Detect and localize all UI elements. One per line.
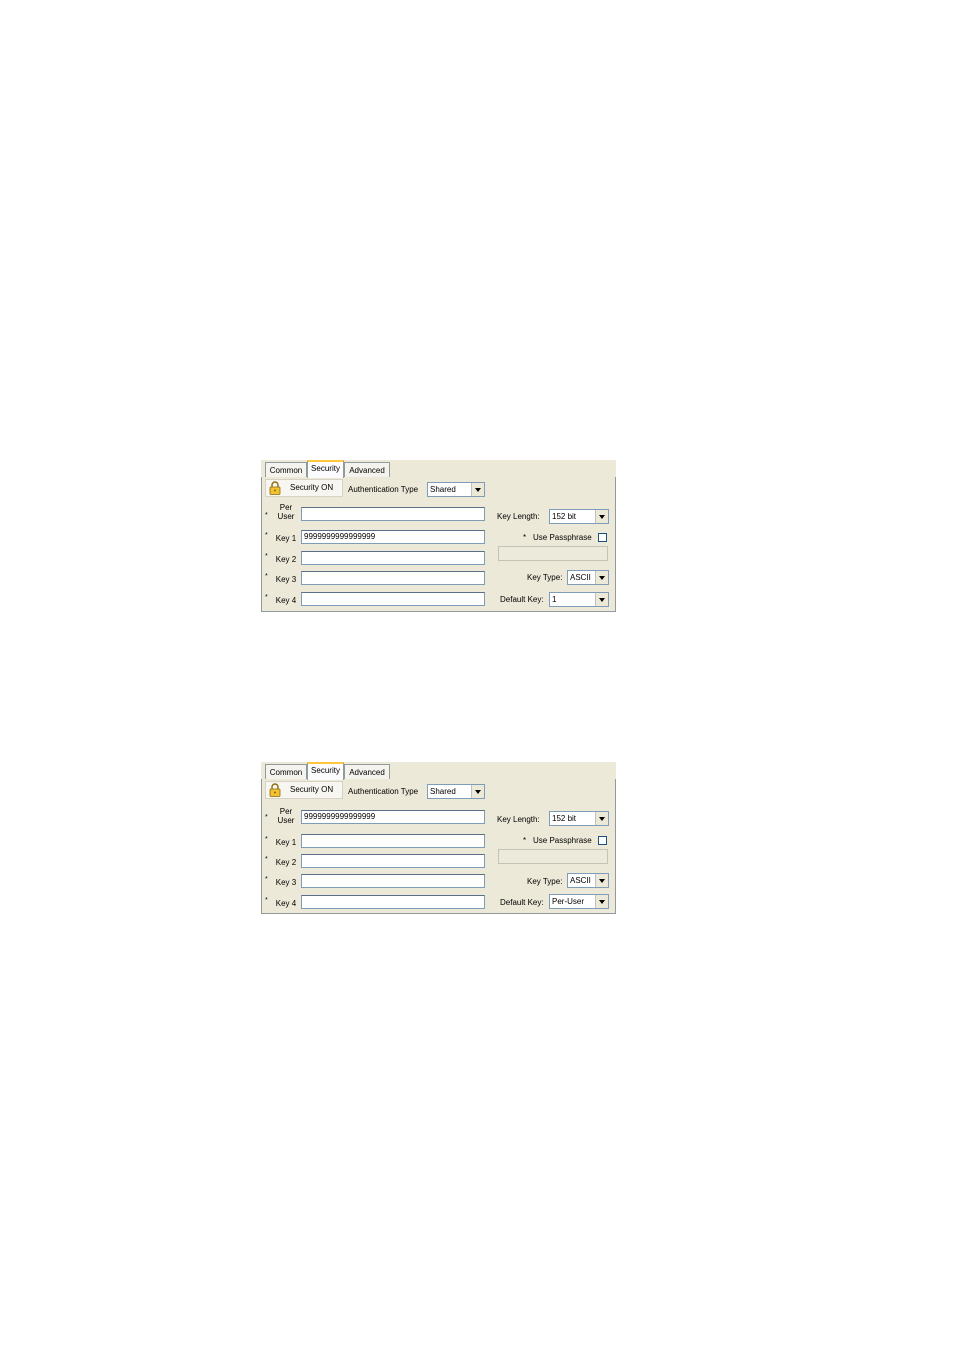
tab-body: Security ON Authentication Type Shared *… — [261, 477, 616, 612]
chevron-down-icon[interactable] — [595, 812, 608, 825]
key-length-select[interactable]: 152 bit — [549, 811, 609, 826]
authentication-type-select[interactable]: Shared — [427, 784, 485, 799]
chevron-down-icon[interactable] — [595, 593, 608, 606]
key3-input[interactable] — [301, 571, 485, 585]
use-passphrase-label: Use Passphrase — [533, 836, 592, 845]
tab-strip: Common Security Advanced — [261, 762, 616, 780]
key-type-label: Key Type: — [527, 573, 563, 582]
key-length-select[interactable]: 152 bit — [549, 509, 609, 524]
per-user-key-input[interactable]: 9999999999999999 — [301, 810, 485, 824]
chevron-down-icon[interactable] — [471, 483, 484, 496]
key-length-label: Key Length: — [497, 815, 540, 824]
key1-asterisk: * — [265, 836, 268, 843]
key1-asterisk: * — [265, 532, 268, 539]
key2-input[interactable] — [301, 854, 485, 868]
key-type-label: Key Type: — [527, 877, 563, 886]
chevron-down-icon[interactable] — [595, 571, 608, 584]
chevron-down-icon[interactable] — [595, 895, 608, 908]
tab-body: Security ON Authentication Type Shared *… — [261, 779, 616, 914]
key-type-value: ASCII — [570, 573, 591, 582]
default-key-label: Default Key: — [500, 595, 544, 604]
key-length-value: 152 bit — [552, 814, 577, 823]
use-passphrase-asterisk: * — [523, 533, 527, 542]
lock-icon — [269, 783, 281, 797]
tab-strip: Common Security Advanced — [261, 460, 616, 478]
chevron-down-icon[interactable] — [471, 785, 484, 798]
key2-label: Key 2 — [275, 858, 297, 867]
default-key-value: 1 — [552, 595, 557, 604]
tab-advanced[interactable]: Advanced — [344, 764, 390, 779]
authentication-type-value: Shared — [430, 787, 456, 796]
key4-input[interactable] — [301, 895, 485, 909]
security-on-label: Security ON — [290, 785, 334, 794]
security-settings-panel-2: Common Security Advanced Security ON Aut… — [261, 762, 616, 914]
tab-security[interactable]: Security — [307, 762, 344, 780]
key3-asterisk: * — [265, 573, 268, 580]
key1-input[interactable]: 9999999999999999 — [301, 530, 485, 544]
key3-label: Key 3 — [275, 878, 297, 887]
security-on-label: Security ON — [290, 483, 334, 492]
key4-asterisk: * — [265, 897, 268, 904]
security-on-button[interactable]: Security ON — [265, 479, 343, 497]
per-user-label: Per User — [277, 807, 295, 825]
default-key-label: Default Key: — [500, 898, 544, 907]
use-passphrase-asterisk: * — [523, 836, 527, 845]
use-passphrase-label: Use Passphrase — [533, 533, 592, 542]
passphrase-input[interactable] — [498, 849, 608, 864]
default-key-select[interactable]: 1 — [549, 592, 609, 607]
use-passphrase-checkbox[interactable] — [598, 533, 607, 542]
tab-common[interactable]: Common — [265, 462, 307, 477]
key-type-select[interactable]: ASCII — [567, 570, 609, 585]
key4-asterisk: * — [265, 594, 268, 601]
key-length-value: 152 bit — [552, 512, 577, 521]
per-user-key-input[interactable] — [301, 507, 485, 521]
authentication-type-value: Shared — [430, 485, 456, 494]
tab-advanced[interactable]: Advanced — [344, 462, 390, 477]
key1-label: Key 1 — [275, 838, 297, 847]
tab-common[interactable]: Common — [265, 764, 307, 779]
authentication-type-select[interactable]: Shared — [427, 482, 485, 497]
security-on-button[interactable]: Security ON — [265, 781, 343, 799]
passphrase-input[interactable] — [498, 546, 608, 561]
use-passphrase-checkbox[interactable] — [598, 836, 607, 845]
per-user-asterisk: * — [265, 814, 268, 821]
key-length-label: Key Length: — [497, 512, 540, 521]
authentication-type-label: Authentication Type — [348, 787, 419, 796]
per-user-label: Per User — [277, 503, 295, 521]
tab-security[interactable]: Security — [307, 460, 344, 478]
key1-input[interactable] — [301, 834, 485, 848]
lock-icon — [269, 481, 281, 495]
key2-label: Key 2 — [275, 555, 297, 564]
key4-label: Key 4 — [275, 899, 297, 908]
key3-input[interactable] — [301, 874, 485, 888]
key-type-value: ASCII — [570, 876, 591, 885]
key3-label: Key 3 — [275, 575, 297, 584]
key4-input[interactable] — [301, 592, 485, 606]
security-settings-panel-1: Common Security Advanced Security ON Aut… — [261, 460, 616, 612]
key2-input[interactable] — [301, 551, 485, 565]
key4-label: Key 4 — [275, 596, 297, 605]
per-user-asterisk: * — [265, 512, 268, 519]
key-type-select[interactable]: ASCII — [567, 873, 609, 888]
key2-asterisk: * — [265, 856, 268, 863]
chevron-down-icon[interactable] — [595, 510, 608, 523]
key1-label: Key 1 — [275, 534, 297, 543]
key3-asterisk: * — [265, 876, 268, 883]
authentication-type-label: Authentication Type — [348, 485, 419, 494]
default-key-select[interactable]: Per-User — [549, 894, 609, 909]
key2-asterisk: * — [265, 553, 268, 560]
default-key-value: Per-User — [552, 897, 585, 906]
chevron-down-icon[interactable] — [595, 874, 608, 887]
